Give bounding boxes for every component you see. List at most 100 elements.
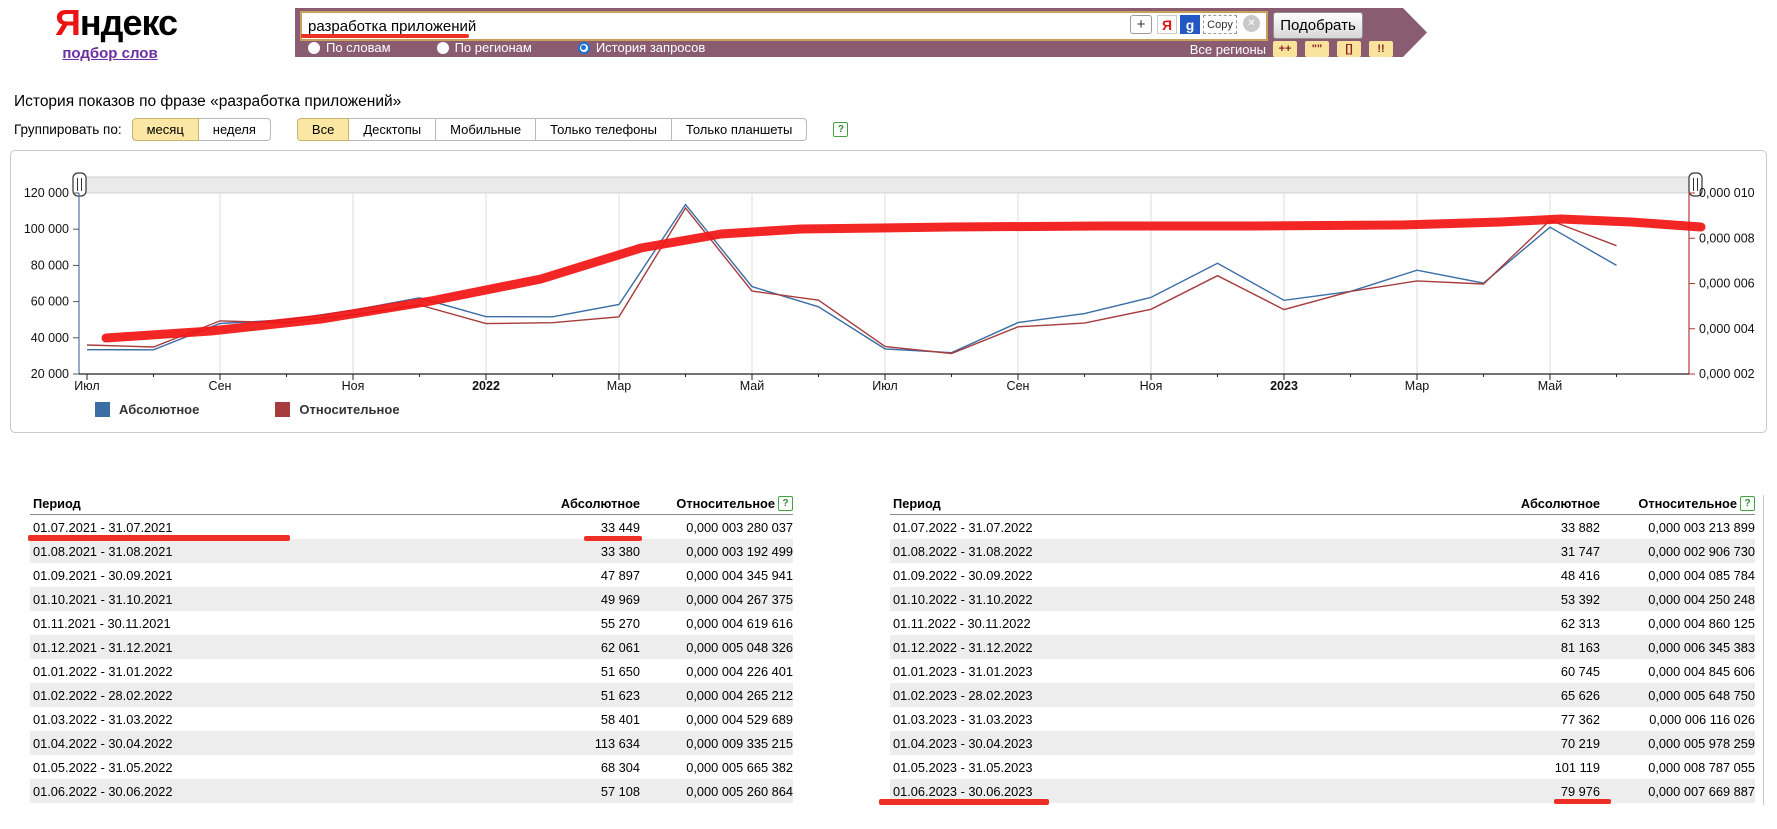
period-toggle-group: месяцнеделя — [132, 118, 271, 141]
legend-swatch — [95, 402, 110, 417]
radio-unselected-icon[interactable] — [308, 42, 320, 54]
chart-legend: АбсолютноеОтносительное — [95, 402, 400, 417]
period-cell: 01.12.2022 - 31.12.2022 — [890, 640, 1430, 655]
help-icon[interactable]: ? — [1740, 496, 1755, 511]
x-axis-label: 2023 — [1270, 379, 1298, 393]
absolute-cell: 33 449 — [470, 520, 640, 535]
period-cell: 01.04.2023 - 30.04.2023 — [890, 736, 1430, 751]
x-axis-label: Май — [1538, 379, 1563, 393]
table-row: 01.12.2021 - 31.12.202162 0610,000 005 0… — [30, 635, 793, 659]
relative-cell: 0,000 006 345 383 — [1600, 640, 1755, 655]
absolute-cell: 33 882 — [1430, 520, 1600, 535]
absolute-cell: 101 119 — [1430, 760, 1600, 775]
left-axis-label: 60 000 — [31, 295, 69, 309]
device-filter-только-телефоны[interactable]: Только телефоны — [536, 118, 672, 141]
relative-cell: 0,000 004 226 401 — [640, 664, 793, 679]
right-axis-label: 0,000 006 — [1699, 277, 1755, 291]
wordstat-home-link[interactable]: подбор слов — [62, 45, 157, 62]
period-cell: 01.03.2022 - 31.03.2022 — [30, 712, 470, 727]
x-axis-label: Ноя — [1140, 379, 1163, 393]
table-row: 01.10.2022 - 31.10.202253 3920,000 004 2… — [890, 587, 1755, 611]
legend-swatch — [275, 402, 290, 417]
radio-selected-icon[interactable] — [578, 42, 590, 54]
device-filter-мобильные[interactable]: Мобильные — [436, 118, 536, 141]
search-mode-radio-0[interactable]: По словам — [308, 40, 391, 55]
operator-button-0[interactable]: ++ — [1273, 41, 1297, 57]
legend-label: Абсолютное — [119, 402, 199, 417]
absolute-cell: 70 219 — [1430, 736, 1600, 751]
period-cell: 01.09.2021 - 30.09.2021 — [30, 568, 470, 583]
x-axis-label: Сен — [1007, 379, 1030, 393]
yandex-search-icon[interactable]: Я — [1157, 15, 1177, 34]
device-filter-только-планшеты[interactable]: Только планшеты — [672, 118, 807, 141]
search-mode-radio-1[interactable]: По регионам — [437, 40, 532, 55]
relative-cell: 0,000 004 529 689 — [640, 712, 793, 727]
search-mode-radio-2[interactable]: История запросов — [578, 40, 706, 55]
device-filter-все[interactable]: Все — [297, 118, 349, 141]
legend-item-absolute: Абсолютное — [95, 402, 199, 417]
x-axis-label: Мар — [607, 379, 632, 393]
group-by-неделя[interactable]: неделя — [199, 118, 271, 141]
all-regions-link[interactable]: Все регионы — [1190, 42, 1266, 58]
col-header-absolute: Абсолютное — [1430, 496, 1600, 511]
table-row: 01.09.2022 - 30.09.202248 4160,000 004 0… — [890, 563, 1755, 587]
relative-cell: 0,000 002 906 730 — [1600, 544, 1755, 559]
group-by-месяц[interactable]: месяц — [132, 118, 199, 141]
logo-letters-rest: ндекс — [80, 2, 177, 43]
help-icon[interactable]: ? — [833, 122, 848, 137]
group-by-label: Группировать по: — [14, 122, 122, 137]
relative-cell: 0,000 005 648 750 — [1600, 688, 1755, 703]
absolute-cell: 62 313 — [1430, 616, 1600, 631]
relative-cell: 0,000 005 048 326 — [640, 640, 793, 655]
add-query-button[interactable]: + — [1130, 15, 1152, 34]
right-axis-label: 0,000 002 — [1699, 367, 1755, 381]
absolute-cell: 79 976 — [1430, 784, 1600, 799]
x-axis-label: Сен — [209, 379, 232, 393]
table-row: 01.01.2023 - 31.01.202360 7450,000 004 8… — [890, 659, 1755, 683]
relative-cell: 0,000 004 085 784 — [1600, 568, 1755, 583]
query-operator-buttons: ++ "" []!! — [1273, 41, 1393, 57]
google-search-icon[interactable]: g — [1180, 15, 1200, 34]
period-cell: 01.08.2022 - 31.08.2022 — [890, 544, 1430, 559]
absolute-cell: 113 634 — [470, 736, 640, 751]
copy-button[interactable]: Copy — [1203, 15, 1237, 34]
table-row: 01.11.2021 - 30.11.202155 2700,000 004 6… — [30, 611, 793, 635]
left-axis-label: 40 000 — [31, 331, 69, 345]
left-axis-label: 120 000 — [24, 186, 69, 200]
radio-label: По регионам — [455, 40, 532, 55]
yandex-wordstat-page: Яндекс подбор слов + Я g Copy ✕ Подобрат… — [0, 0, 1777, 829]
period-cell: 01.06.2022 - 30.06.2022 — [30, 784, 470, 799]
absolute-cell: 65 626 — [1430, 688, 1600, 703]
relative-cell: 0,000 005 260 864 — [640, 784, 793, 799]
x-axis-label: Май — [740, 379, 765, 393]
absolute-cell: 81 163 — [1430, 640, 1600, 655]
absolute-cell: 77 362 — [1430, 712, 1600, 727]
period-cell: 01.11.2022 - 30.11.2022 — [890, 616, 1430, 631]
radio-unselected-icon[interactable] — [437, 42, 449, 54]
x-axis-label: Июл — [872, 379, 897, 393]
chart-canvas: ИюлСенНоя2022МарМайИюлСенНоя2023МарМай12… — [11, 151, 1764, 396]
table-row: 01.11.2022 - 30.11.202262 3130,000 004 8… — [890, 611, 1755, 635]
col-header-relative: Относительное? — [640, 496, 793, 511]
col-header-relative: Относительное? — [1600, 496, 1755, 511]
absolute-cell: 60 745 — [1430, 664, 1600, 679]
absolute-cell: 49 969 — [470, 592, 640, 607]
period-cell: 01.12.2021 - 31.12.2021 — [30, 640, 470, 655]
range-slider-track[interactable] — [79, 177, 1695, 193]
period-cell: 01.01.2023 - 31.01.2023 — [890, 664, 1430, 679]
relative-cell: 0,000 006 116 026 — [1600, 712, 1755, 727]
submit-search-button[interactable]: Подобрать — [1273, 12, 1363, 39]
table-row: 01.02.2022 - 28.02.202251 6230,000 004 2… — [30, 683, 793, 707]
table-row: 01.08.2022 - 31.08.202231 7470,000 002 9… — [890, 539, 1755, 563]
yandex-logo-text[interactable]: Яндекс — [55, 2, 165, 44]
search-mode-radios: По словам По регионам История запросов — [308, 40, 705, 55]
period-cell: 01.04.2022 - 30.04.2022 — [30, 736, 470, 751]
operator-button-3[interactable]: !! — [1369, 41, 1393, 57]
operator-button-2[interactable]: [] — [1337, 41, 1361, 57]
device-filter-десктопы[interactable]: Десктопы — [349, 118, 436, 141]
help-icon[interactable]: ? — [778, 496, 793, 511]
operator-button-1[interactable]: "" — [1305, 41, 1329, 57]
radio-label: По словам — [326, 40, 391, 55]
clear-input-icon[interactable]: ✕ — [1243, 15, 1260, 32]
relative-cell: 0,000 003 280 037 — [640, 520, 793, 535]
